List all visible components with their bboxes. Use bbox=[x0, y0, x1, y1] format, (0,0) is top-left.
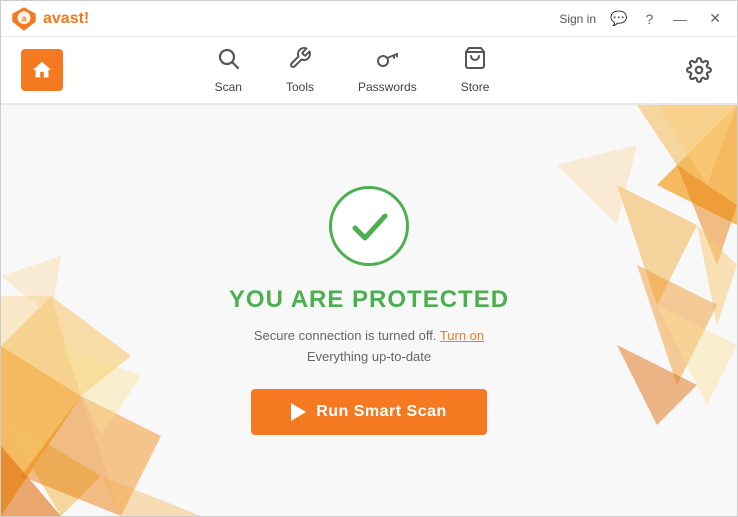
avast-shield-icon: a bbox=[11, 6, 37, 32]
scan-button-label: Run Smart Scan bbox=[316, 403, 447, 421]
settings-icon bbox=[686, 57, 712, 83]
content-center: YOU ARE PROTECTED Secure connection is t… bbox=[229, 186, 509, 436]
settings-button[interactable] bbox=[681, 52, 717, 88]
tools-icon bbox=[288, 46, 312, 76]
main-content: YOU ARE PROTECTED Secure connection is t… bbox=[1, 105, 737, 516]
nav-item-tools[interactable]: Tools bbox=[264, 38, 336, 102]
title-prefix: YOU ARE bbox=[229, 286, 352, 313]
titlebar-left: a avast! bbox=[11, 6, 89, 32]
turn-on-link[interactable]: Turn on bbox=[440, 328, 484, 343]
status-line2: Everything up-to-date bbox=[307, 349, 431, 364]
passwords-icon bbox=[375, 46, 399, 76]
nav-item-passwords[interactable]: Passwords bbox=[336, 38, 439, 102]
nav-item-scan[interactable]: Scan bbox=[193, 38, 264, 102]
signin-link[interactable]: Sign in bbox=[559, 12, 596, 26]
minimize-button[interactable]: — bbox=[667, 9, 693, 29]
passwords-label: Passwords bbox=[358, 80, 417, 94]
decoration-right bbox=[557, 105, 737, 425]
avast-logo: a avast! bbox=[11, 6, 89, 32]
checkmark-icon bbox=[345, 202, 393, 250]
store-icon bbox=[463, 46, 487, 76]
title-highlight: PROTECTED bbox=[352, 286, 509, 313]
nav-items: Scan Tools bbox=[23, 38, 681, 102]
navbar: Scan Tools bbox=[1, 37, 737, 105]
chat-icon[interactable]: 💬 bbox=[606, 8, 631, 29]
close-button[interactable]: ✕ bbox=[703, 8, 727, 29]
svg-text:a: a bbox=[22, 12, 27, 22]
play-icon bbox=[291, 403, 306, 421]
status-line1-prefix: Secure connection is turned off. bbox=[254, 328, 440, 343]
help-icon[interactable]: ? bbox=[641, 9, 657, 29]
protection-title: YOU ARE PROTECTED bbox=[229, 286, 509, 314]
app-window: a avast! Sign in 💬 ? — ✕ bbox=[0, 0, 738, 517]
run-smart-scan-button[interactable]: Run Smart Scan bbox=[251, 389, 487, 435]
decoration-left bbox=[1, 196, 201, 516]
status-lines: Secure connection is turned off. Turn on… bbox=[254, 326, 484, 368]
titlebar-right: Sign in 💬 ? — ✕ bbox=[559, 8, 727, 29]
logo-text: avast! bbox=[43, 10, 89, 28]
scan-icon bbox=[216, 46, 240, 76]
store-label: Store bbox=[461, 80, 490, 94]
protection-status-circle bbox=[329, 186, 409, 266]
nav-item-store[interactable]: Store bbox=[439, 38, 512, 102]
scan-label: Scan bbox=[215, 80, 242, 94]
tools-label: Tools bbox=[286, 80, 314, 94]
titlebar: a avast! Sign in 💬 ? — ✕ bbox=[1, 1, 737, 37]
